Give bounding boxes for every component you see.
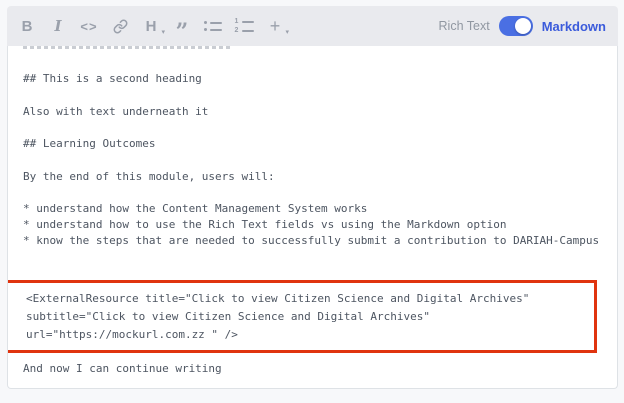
rich-text-mode-label: Rich Text (439, 19, 490, 33)
code-button[interactable]: <> (78, 13, 100, 39)
chevron-down-icon: ▾ (161, 28, 165, 36)
markdown-line: * know the steps that are needed to succ… (23, 234, 609, 248)
markdown-line: * understand how to use the Rich Text fi… (23, 218, 609, 232)
ordered-list-button[interactable]: 1 2 (233, 13, 255, 39)
markdown-line: By the end of this module, users will: (23, 170, 609, 184)
formatting-toolbar: B I <> H ▾ ” 1 2 (7, 6, 618, 46)
markdown-line: * understand how the Content Management … (23, 202, 609, 216)
editor-mode-switcher: Rich Text Markdown (439, 16, 606, 36)
markdown-line: <ExternalResource title="Click to view C… (26, 292, 588, 306)
bold-icon: B (22, 18, 33, 35)
bold-button[interactable]: B (16, 13, 38, 39)
markdown-editor-field: B I <> H ▾ ” 1 2 (7, 6, 618, 389)
markdown-line: And now I can continue writing (23, 362, 609, 376)
markdown-line: url="https://mockurl.com.zz " /> (26, 328, 588, 342)
heading-icon: H (146, 18, 157, 35)
toggle-knob (515, 18, 531, 34)
markdown-mode-label: Markdown (542, 19, 606, 34)
mode-toggle-switch[interactable] (499, 16, 533, 36)
markdown-line: Also with text underneath it (23, 105, 609, 119)
bullet-list-button[interactable] (202, 13, 224, 39)
code-icon: <> (80, 19, 97, 34)
link-icon (113, 19, 128, 34)
clipped-text-remnant (23, 46, 231, 49)
plus-icon: + (270, 16, 281, 37)
ordered-list-icon: 1 2 (235, 19, 254, 33)
blockquote-button[interactable]: ” (171, 13, 193, 39)
external-resource-highlight-box: <ExternalResource title="Click to view C… (7, 280, 597, 353)
italic-icon: I (54, 17, 61, 35)
markdown-line: ## This is a second heading (23, 72, 609, 86)
bullet-list-icon (204, 21, 222, 31)
link-button[interactable] (109, 13, 131, 39)
heading-dropdown-button[interactable]: H ▾ (140, 13, 162, 39)
insert-component-button[interactable]: + ▾ (264, 13, 286, 39)
markdown-textarea[interactable]: ## This is a second heading Also with te… (7, 46, 618, 389)
italic-button[interactable]: I (47, 13, 69, 39)
chevron-down-icon: ▾ (285, 28, 289, 36)
ordered-list-digit: 2 (235, 28, 239, 33)
markdown-line: subtitle="Click to view Citizen Science … (26, 310, 588, 324)
ordered-list-digit: 1 (235, 19, 239, 24)
markdown-line: ## Learning Outcomes (23, 137, 609, 151)
